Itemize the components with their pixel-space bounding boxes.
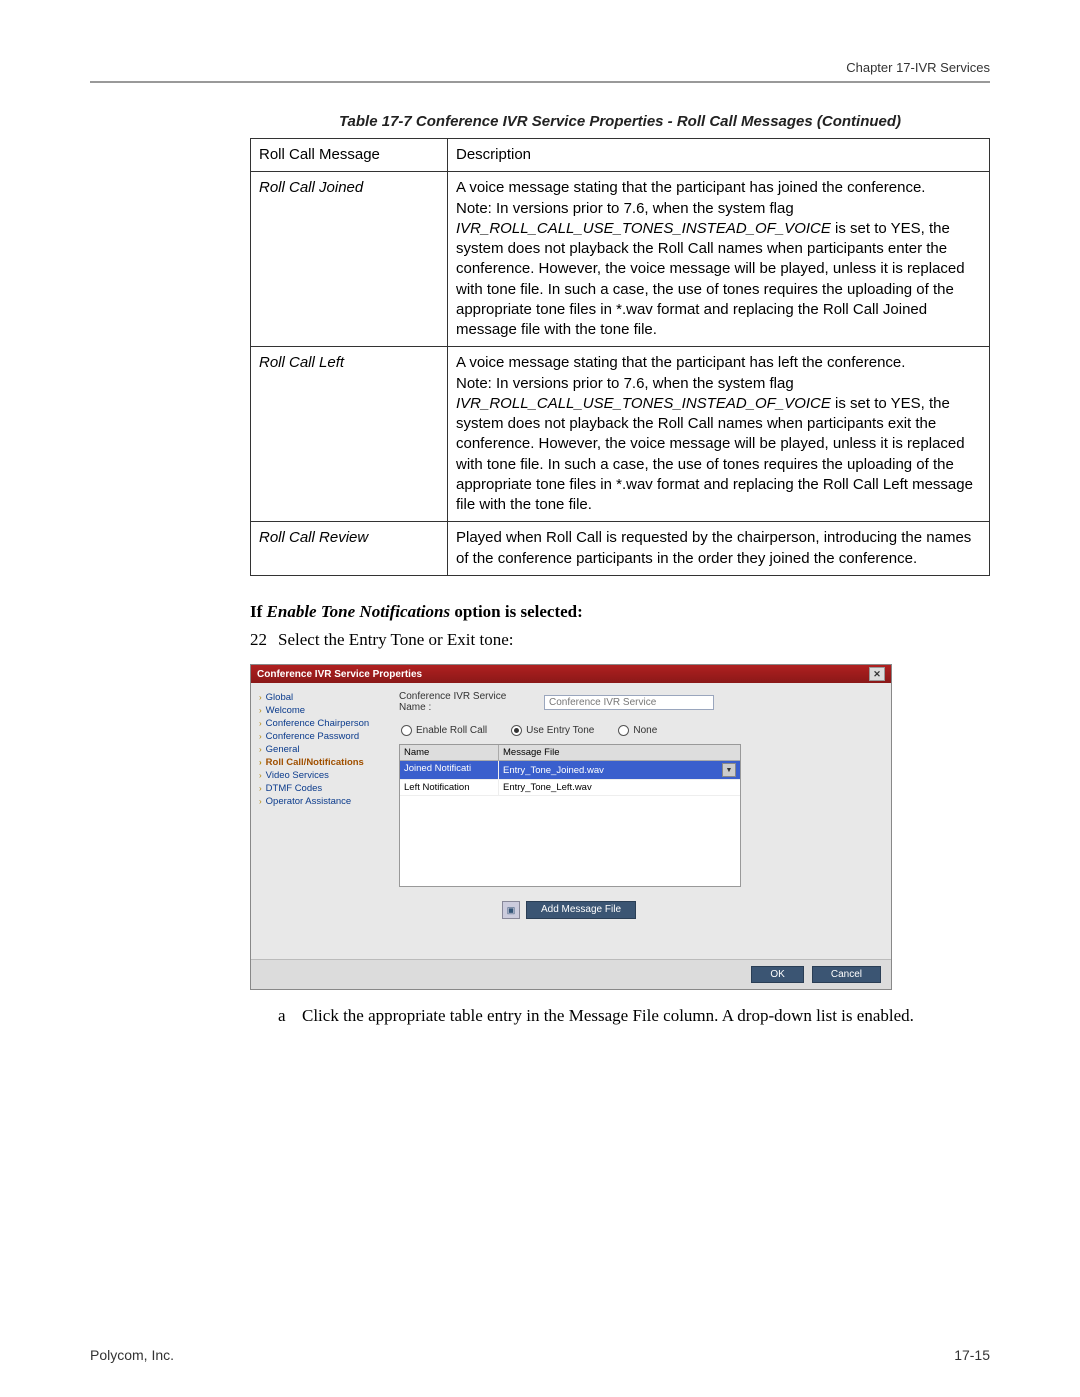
table-head-col1: Roll Call Message — [251, 139, 448, 172]
chevron-right-icon: › — [259, 732, 262, 741]
message-row[interactable]: Joined NotificatiEntry_Tone_Joined.wav▼ — [400, 761, 740, 780]
chevron-right-icon: › — [259, 758, 262, 767]
message-file-table: Name Message File Joined NotificatiEntry… — [399, 744, 741, 887]
roll-call-desc: A voice message stating that the partici… — [448, 347, 990, 522]
message-row-file: Entry_Tone_Joined.wav▼ — [499, 761, 740, 779]
nav-item[interactable]: › Conference Password — [259, 730, 389, 743]
nav-item-label: Operator Assistance — [266, 796, 352, 807]
nav-item[interactable]: › General — [259, 743, 389, 756]
dialog-nav: › Global › Welcome › Conference Chairperson › C… — [259, 691, 389, 951]
nav-item-label: General — [266, 744, 300, 755]
nav-item[interactable]: › DTMF Codes — [259, 782, 389, 795]
chevron-right-icon: › — [259, 719, 262, 728]
roll-call-name: Roll Call Left — [251, 347, 448, 522]
service-name-label: Conference IVR Service Name : — [399, 691, 534, 713]
table-row: Roll Call LeftA voice message stating th… — [251, 347, 990, 522]
dropdown-arrow-icon[interactable]: ▼ — [722, 763, 736, 777]
ok-button[interactable]: OK — [751, 966, 803, 983]
msg-head-name: Name — [400, 745, 499, 760]
message-row-file: Entry_Tone_Left.wav — [499, 780, 740, 795]
footer-right: 17-15 — [954, 1347, 990, 1363]
chevron-right-icon: › — [259, 745, 262, 754]
add-message-file-button[interactable]: Add Message File — [526, 901, 636, 919]
message-row-name: Joined Notificati — [400, 761, 499, 779]
header-rule — [90, 81, 990, 83]
chevron-right-icon: › — [259, 693, 262, 702]
step-22: 22Select the Entry Tone or Exit tone: — [250, 630, 990, 650]
radio-none[interactable]: None — [618, 725, 657, 736]
roll-call-desc: Played when Roll Call is requested by th… — [448, 522, 990, 576]
msg-head-file: Message File — [499, 745, 740, 760]
cancel-button[interactable]: Cancel — [812, 966, 881, 983]
substep-a: aClick the appropriate table entry in th… — [278, 1004, 990, 1029]
tone-radio-group: Enable Roll Call Use Entry Tone None — [399, 725, 883, 736]
roll-call-name: Roll Call Review — [251, 522, 448, 576]
footer-left: Polycom, Inc. — [90, 1347, 174, 1363]
roll-call-name: Roll Call Joined — [251, 172, 448, 347]
nav-item[interactable]: › Operator Assistance — [259, 795, 389, 808]
nav-item-label: Global — [266, 692, 293, 703]
nav-item-label: Conference Password — [266, 731, 359, 742]
chevron-right-icon: › — [259, 784, 262, 793]
nav-item-label: Conference Chairperson — [266, 718, 370, 729]
chevron-right-icon: › — [259, 771, 262, 780]
table-row: Roll Call JoinedA voice message stating … — [251, 172, 990, 347]
nav-item[interactable]: › Video Services — [259, 769, 389, 782]
add-file-icon[interactable]: ▣ — [502, 901, 520, 919]
nav-item[interactable]: › Global — [259, 691, 389, 704]
chevron-right-icon: › — [259, 797, 262, 806]
nav-item-label: Welcome — [266, 705, 305, 716]
roll-call-table: Roll Call Message Description Roll Call … — [250, 138, 990, 576]
ivr-properties-dialog: Conference IVR Service Properties ✕ › Glo… — [250, 664, 892, 990]
message-row[interactable]: Left NotificationEntry_Tone_Left.wav — [400, 780, 740, 796]
nav-item-label: Roll Call/Notifications — [266, 757, 364, 768]
dialog-titlebar: Conference IVR Service Properties ✕ — [251, 665, 891, 683]
nav-item[interactable]: › Welcome — [259, 704, 389, 717]
chevron-right-icon: › — [259, 706, 262, 715]
table-caption: Table 17-7 Conference IVR Service Proper… — [250, 113, 990, 130]
radio-use-entry-tone[interactable]: Use Entry Tone — [511, 725, 594, 736]
nav-item[interactable]: › Conference Chairperson — [259, 717, 389, 730]
table-row: Roll Call ReviewPlayed when Roll Call is… — [251, 522, 990, 576]
nav-item[interactable]: › Roll Call/Notifications — [259, 756, 389, 769]
nav-item-label: Video Services — [266, 770, 329, 781]
table-head-col2: Description — [448, 139, 990, 172]
message-row-name: Left Notification — [400, 780, 499, 795]
roll-call-desc: A voice message stating that the partici… — [448, 172, 990, 347]
radio-enable-roll-call[interactable]: Enable Roll Call — [401, 725, 487, 736]
close-icon[interactable]: ✕ — [869, 667, 885, 681]
nav-item-label: DTMF Codes — [266, 783, 322, 794]
chapter-header: Chapter 17-IVR Services — [90, 60, 990, 75]
service-name-input[interactable]: Conference IVR Service — [544, 695, 714, 710]
condition-line: If Enable Tone Notifications option is s… — [250, 600, 990, 625]
dialog-title: Conference IVR Service Properties — [257, 669, 422, 680]
